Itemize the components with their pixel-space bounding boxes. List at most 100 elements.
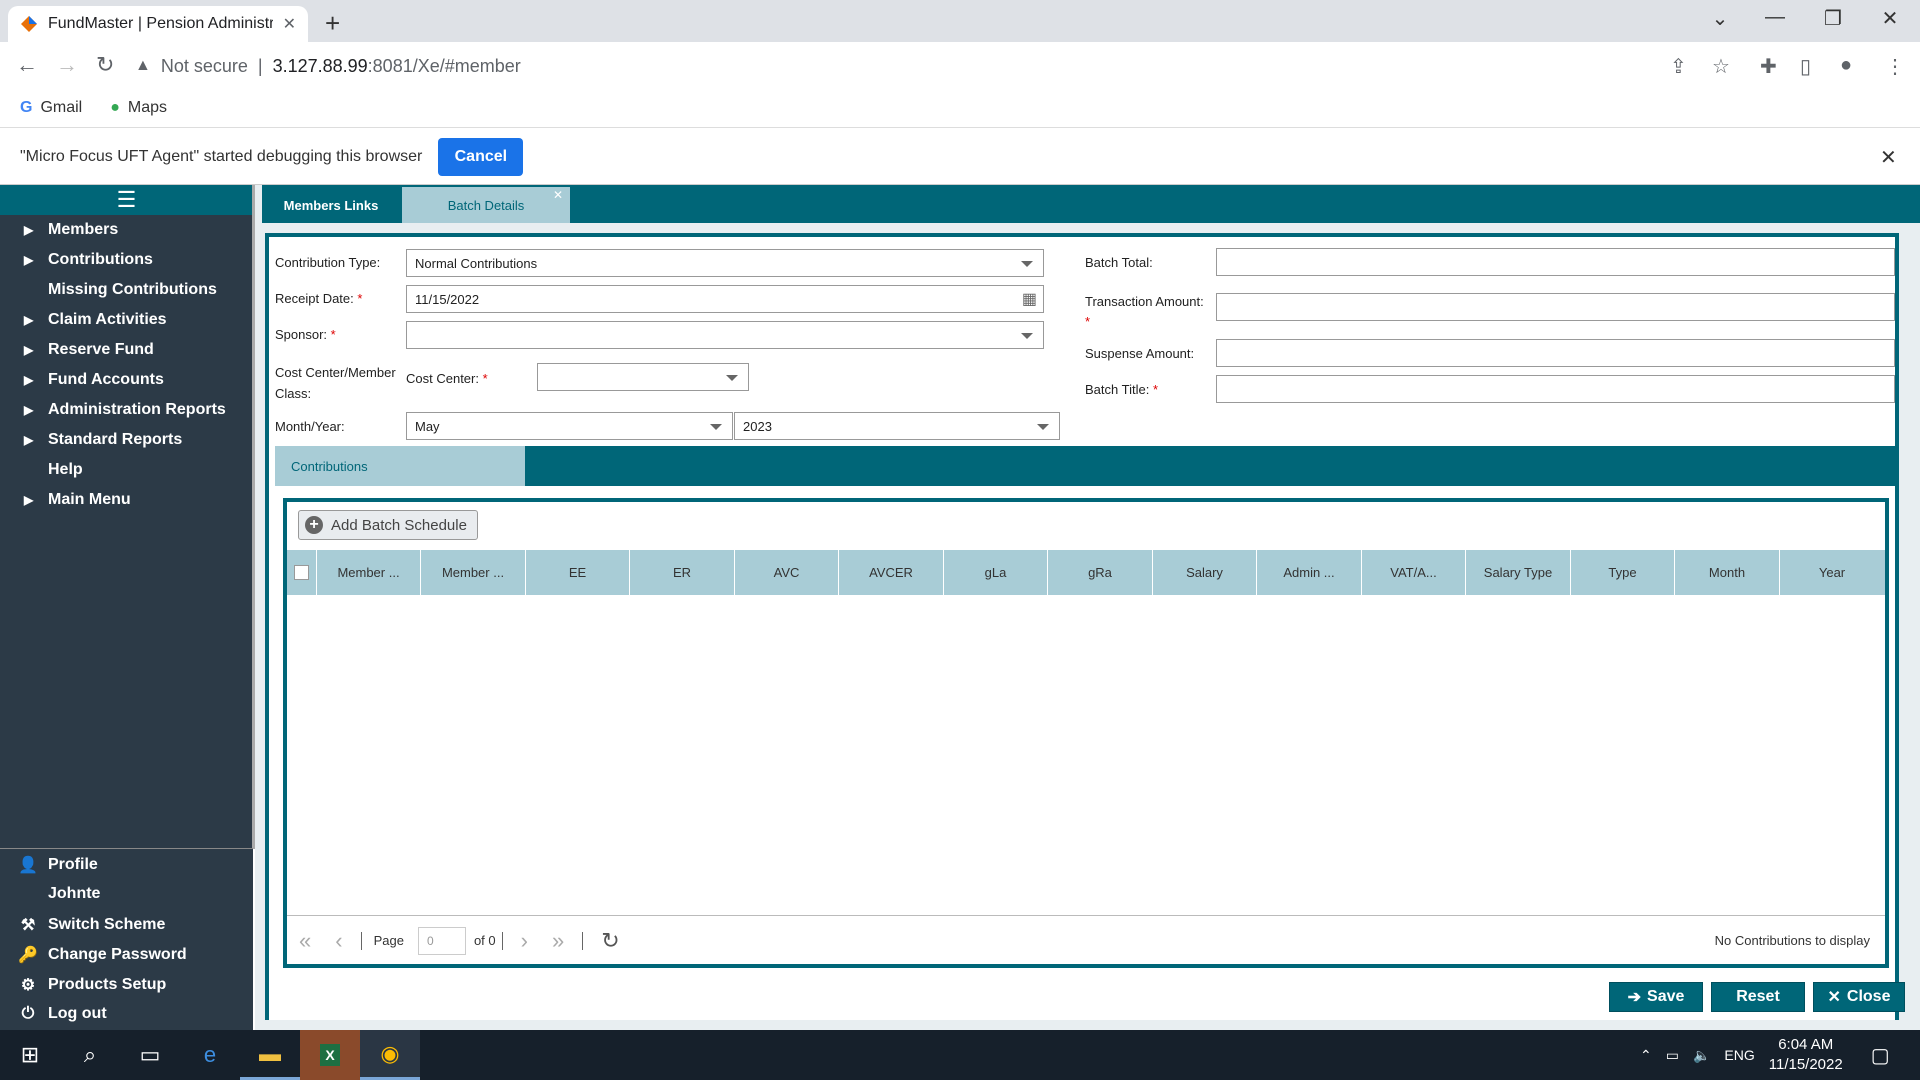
column-header[interactable]: Salary Type xyxy=(1466,550,1571,595)
transaction-amount-field[interactable] xyxy=(1216,293,1895,321)
sidebar-item-reserve-fund[interactable]: ▶ Reserve Fund xyxy=(24,341,154,359)
column-header[interactable]: Type xyxy=(1571,550,1675,595)
close-tab-icon[interactable]: ✕ xyxy=(283,14,296,34)
sidebar-item-standard-reports[interactable]: ▶ Standard Reports xyxy=(24,431,182,449)
windows-start-icon[interactable]: ⊞ xyxy=(0,1030,60,1080)
sidebar-item-administration-reports[interactable]: ▶ Administration Reports xyxy=(24,401,226,419)
last-page-icon[interactable]: » xyxy=(552,928,564,954)
column-header[interactable]: Month xyxy=(1675,550,1780,595)
close-button[interactable]: ✕ Close xyxy=(1813,982,1905,1012)
refresh-icon[interactable]: ↻ xyxy=(601,928,619,954)
sidebar-item-main-menu[interactable]: ▶ Main Menu xyxy=(24,491,131,509)
add-batch-schedule-button[interactable]: + Add Batch Schedule xyxy=(298,510,478,540)
calendar-icon[interactable]: ▦ xyxy=(1022,289,1037,309)
address-bar[interactable]: ▲ Not secure | 3.127.88.99 :8081/Xe/#mem… xyxy=(135,49,1695,83)
file-explorer-icon[interactable]: ▬ xyxy=(240,1030,300,1080)
bookmark-maps[interactable]: ● Maps xyxy=(110,99,167,117)
bookmark-gmail[interactable]: G Gmail xyxy=(20,99,82,117)
task-view-icon[interactable]: ▭ xyxy=(120,1030,180,1080)
share-icon[interactable]: ⇪ xyxy=(1670,54,1687,79)
batch-total-field[interactable] xyxy=(1216,248,1895,276)
tab-contributions[interactable]: Contributions xyxy=(275,446,525,486)
language-indicator[interactable]: ENG xyxy=(1724,1047,1754,1063)
sidebar-profile[interactable]: 👤 Profile xyxy=(18,855,98,875)
search-icon[interactable]: ⌕ xyxy=(60,1030,120,1080)
sidebar-change-password[interactable]: 🔑 Change Password xyxy=(18,945,187,965)
grid-pager: « ‹ Page 0 of 0 › » ↻ xyxy=(287,915,1885,965)
month-select[interactable]: May xyxy=(406,412,733,440)
notification-icon[interactable]: ▢ xyxy=(1871,1043,1890,1068)
column-header[interactable]: Member ... xyxy=(421,550,526,595)
reset-button[interactable]: Reset xyxy=(1711,982,1805,1012)
chevron-up-icon[interactable]: ⌃ xyxy=(1640,1047,1652,1064)
sidebar-item-label: Missing Contributions xyxy=(48,281,217,298)
sidebar-switch-scheme[interactable]: ⚒ Switch Scheme xyxy=(18,915,166,935)
sidebar-item-members[interactable]: ▶ Members xyxy=(24,221,118,239)
first-page-icon[interactable]: « xyxy=(299,928,311,954)
browser-tab[interactable]: FundMaster | Pension Administra ✕ xyxy=(8,6,308,42)
previous-page-icon[interactable]: ‹ xyxy=(335,928,342,954)
close-tab-icon[interactable]: ✕ xyxy=(553,188,563,202)
column-header[interactable]: Salary xyxy=(1153,550,1257,595)
sidebar-item-claim-activities[interactable]: ▶ Claim Activities xyxy=(24,311,167,329)
caret-right-icon: ▶ xyxy=(24,373,34,387)
sidebar-item-contributions[interactable]: ▶ Contributions xyxy=(24,251,153,269)
column-header[interactable]: Member ... xyxy=(317,550,421,595)
network-icon[interactable]: ▭ xyxy=(1666,1047,1679,1064)
new-tab-icon[interactable]: + xyxy=(325,8,340,39)
page-number-input[interactable]: 0 xyxy=(417,926,466,955)
column-header[interactable]: VAT/A... xyxy=(1362,550,1466,595)
sidebar-item-fund-accounts[interactable]: ▶ Fund Accounts xyxy=(24,371,164,389)
sidebar-log-out[interactable]: ⏻ Log out xyxy=(18,1005,107,1023)
restore-icon[interactable]: ❐ xyxy=(1813,6,1853,31)
column-header[interactable]: gRa xyxy=(1048,550,1153,595)
suspense-amount-field[interactable] xyxy=(1216,339,1895,367)
save-button[interactable]: ➔ Save xyxy=(1609,982,1703,1012)
transaction-amount-label: Transaction Amount: * xyxy=(1085,294,1204,329)
chrome-icon[interactable]: ◉ xyxy=(360,1030,420,1080)
column-header[interactable]: AVCER xyxy=(839,550,944,595)
sidebar-item-help[interactable]: Help xyxy=(24,461,83,479)
column-header[interactable]: Year xyxy=(1780,550,1884,595)
column-header[interactable]: AVC xyxy=(735,550,839,595)
close-infobar-icon[interactable]: ✕ xyxy=(1880,145,1897,170)
sidebar-item-missing-contributions[interactable]: Missing Contributions xyxy=(24,281,217,299)
sidebar-products-setup[interactable]: ⚙ Products Setup xyxy=(18,975,166,995)
reload-icon[interactable]: ↻ xyxy=(96,52,114,78)
close-window-icon[interactable]: ✕ xyxy=(1870,6,1910,31)
column-header[interactable]: Admin ... xyxy=(1257,550,1362,595)
menu-toggle[interactable]: ☰ xyxy=(0,185,253,215)
tab-search-icon[interactable]: ⌄ xyxy=(1700,6,1740,31)
batch-title-field[interactable] xyxy=(1216,375,1895,403)
forward-icon[interactable]: → xyxy=(56,52,78,78)
bookmark-star-icon[interactable]: ☆ xyxy=(1712,54,1730,79)
required-mark: * xyxy=(482,371,488,386)
cancel-debug-button[interactable]: Cancel xyxy=(438,137,524,176)
year-select[interactable]: 2023 xyxy=(734,412,1060,440)
sidebar-item-label: Claim Activities xyxy=(48,311,167,328)
side-panel-icon[interactable]: ▯ xyxy=(1800,54,1811,79)
volume-muted-icon[interactable]: 🔈 xyxy=(1693,1047,1710,1064)
extensions-icon[interactable]: ✚ xyxy=(1760,54,1777,79)
cost-center-select[interactable] xyxy=(537,363,749,391)
tab-batch-details[interactable]: Batch Details xyxy=(402,187,570,223)
receipt-date-field[interactable]: 11/15/2022 ▦ xyxy=(406,285,1044,313)
excel-icon[interactable]: X xyxy=(300,1030,360,1080)
column-header[interactable]: gLa xyxy=(944,550,1048,595)
contribution-type-select[interactable]: Normal Contributions xyxy=(406,249,1044,277)
next-page-icon[interactable]: › xyxy=(521,928,528,954)
sponsor-select[interactable] xyxy=(406,321,1044,349)
internet-explorer-icon[interactable]: e xyxy=(180,1030,240,1080)
sidebar-item-label: Log out xyxy=(48,1005,107,1022)
tab-members-links[interactable]: Members Links xyxy=(262,187,400,223)
hamburger-icon[interactable]: ☰ xyxy=(117,187,137,213)
select-all-checkbox[interactable] xyxy=(287,550,317,595)
column-header[interactable]: EE xyxy=(526,550,630,595)
minimize-icon[interactable]: — xyxy=(1755,6,1795,29)
more-menu-icon[interactable]: ⋮ xyxy=(1885,54,1905,79)
back-icon[interactable]: ← xyxy=(16,52,38,78)
clock[interactable]: 6:04 AM 11/15/2022 xyxy=(1769,1035,1843,1075)
column-header[interactable]: ER xyxy=(630,550,735,595)
sidebar-item-label: Main Menu xyxy=(48,491,131,508)
profile-icon[interactable]: ● xyxy=(1840,54,1852,77)
